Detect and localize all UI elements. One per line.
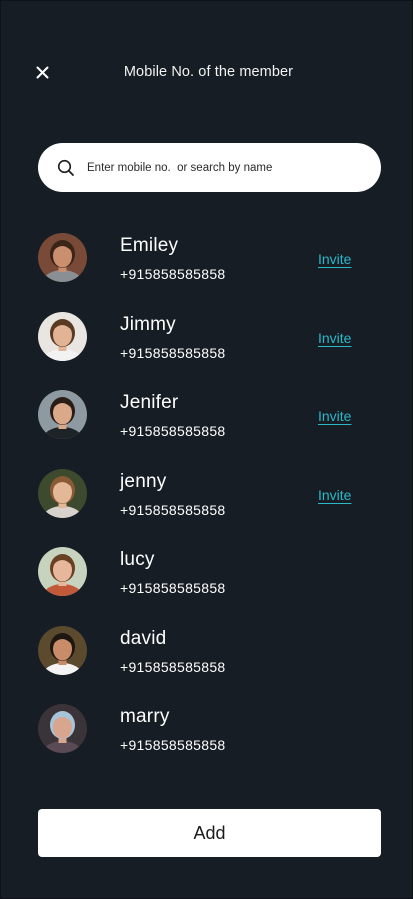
contact-phone: +915858585858	[120, 737, 226, 753]
avatar-photo	[38, 311, 87, 361]
invite-link[interactable]: Invite	[318, 330, 351, 346]
search-bar[interactable]	[38, 143, 381, 192]
avatar-photo	[38, 390, 87, 439]
avatar	[38, 468, 87, 518]
contact-name: marry	[120, 706, 170, 727]
contact-name: Emiley	[120, 235, 179, 256]
contact-item[interactable]: david +915858585858	[1, 622, 412, 701]
contact-phone: +915858585858	[120, 580, 226, 596]
contact-phone: +915858585858	[120, 658, 226, 675]
contact-name: david	[120, 627, 167, 649]
avatar	[38, 704, 87, 753]
contact-item[interactable]: Emiley +915858585858 Invite	[1, 229, 412, 308]
member-mobile-screen: Mobile No. of the member Emiley +91585858…	[0, 0, 413, 899]
avatar-photo	[38, 704, 87, 753]
avatar	[38, 390, 87, 439]
add-button[interactable]: Add	[38, 809, 381, 857]
contact-item[interactable]: marry +915858585858	[1, 700, 412, 779]
invite-link[interactable]: Invite	[318, 408, 351, 424]
contact-item[interactable]: Jenifer +915858585858 Invite	[1, 386, 412, 465]
contact-name: jenny	[120, 470, 167, 492]
contact-phone: +915858585858	[120, 344, 226, 361]
avatar	[38, 311, 87, 361]
contact-phone: +915858585858	[120, 423, 226, 439]
avatar-photo	[38, 468, 87, 518]
avatar	[38, 233, 87, 282]
contact-list: Emiley +915858585858 Invite Jimmy +915858585…	[1, 229, 412, 779]
page-title: Mobile No. of the member	[123, 64, 294, 80]
contact-name: lucy	[120, 549, 155, 570]
contact-item[interactable]: lucy +915858585858	[1, 543, 412, 622]
invite-link[interactable]: Invite	[318, 251, 351, 267]
avatar-photo	[38, 233, 87, 282]
contact-item[interactable]: Jimmy +915858585858 Invite	[1, 308, 412, 387]
contact-phone: +915858585858	[120, 266, 226, 282]
contact-name: Jenifer	[120, 392, 179, 413]
avatar	[38, 625, 87, 675]
avatar-photo	[38, 625, 87, 675]
avatar	[38, 547, 87, 596]
avatar-photo	[38, 547, 87, 596]
contact-phone: +915858585858	[120, 501, 226, 518]
contact-item[interactable]: jenny +915858585858 Invite	[1, 465, 412, 544]
contact-name: Jimmy	[120, 313, 176, 335]
invite-link[interactable]: Invite	[318, 487, 351, 503]
search-input[interactable]	[87, 143, 367, 192]
search-icon	[57, 159, 74, 176]
